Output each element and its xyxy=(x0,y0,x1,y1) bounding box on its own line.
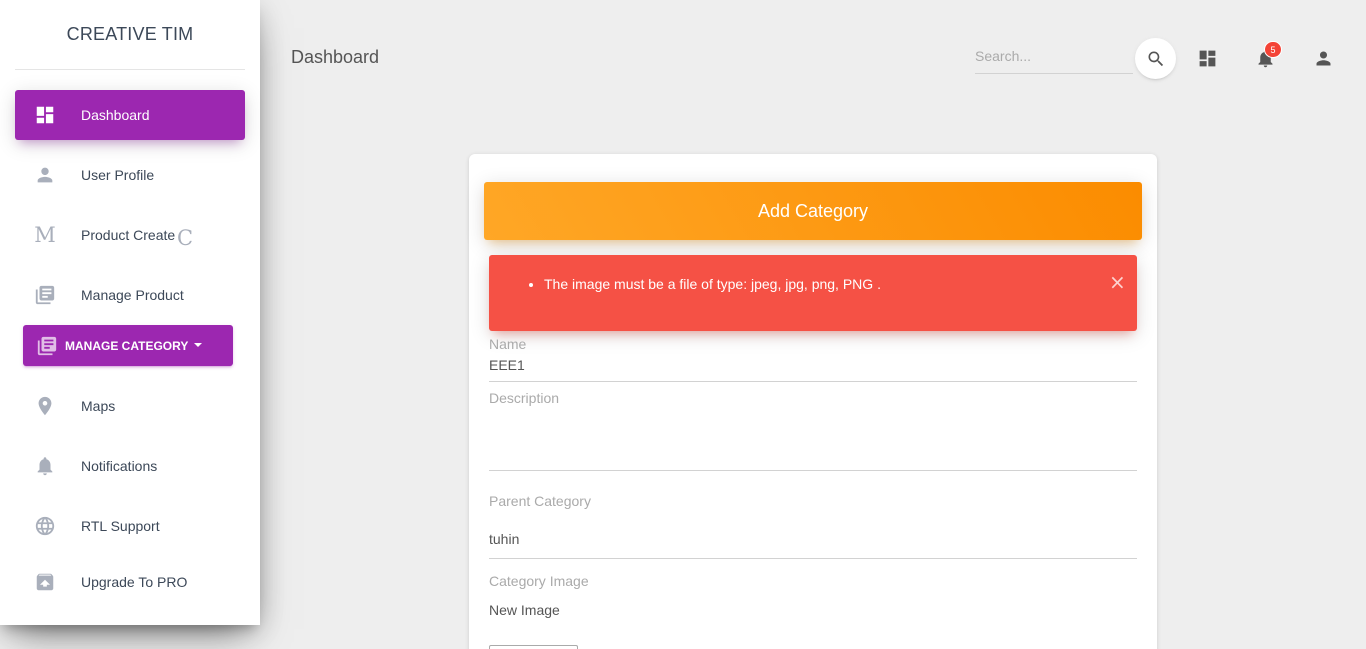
close-icon[interactable]: × xyxy=(1109,272,1126,292)
library-books-icon xyxy=(35,334,59,358)
description-label: Description xyxy=(489,390,560,406)
person-icon xyxy=(1316,51,1330,65)
library-books-icon xyxy=(33,283,57,307)
card-title: Add Category xyxy=(757,200,869,221)
name-label: Name xyxy=(489,336,527,352)
sidebar-item-dashboard[interactable]: Dashboard xyxy=(15,90,245,140)
file-upload-button[interactable] xyxy=(489,645,578,649)
sidebar-item-rtl-support[interactable]: RTL Support xyxy=(15,501,245,551)
search-button[interactable] xyxy=(1135,38,1176,79)
dashboard-icon xyxy=(33,103,57,127)
sidebar-item-upgrade-pro[interactable]: Upgrade To PRO xyxy=(15,557,245,607)
description-underline xyxy=(489,470,1137,471)
sidebar-item-label: Notifications xyxy=(81,458,158,474)
error-message: The image must be a file of type: jpeg, … xyxy=(544,276,881,292)
sidebar-item-label: Manage Product xyxy=(81,287,184,303)
sidebar-item-maps[interactable]: Maps xyxy=(15,381,245,431)
description-textarea[interactable] xyxy=(489,412,1137,468)
dropdown-label: MANAGE CATEGORY xyxy=(65,338,189,353)
globe-icon xyxy=(33,514,57,538)
bell-icon xyxy=(33,454,57,478)
sidebar: CREATIVE TIM Dashboard User Profile M Pr… xyxy=(0,0,260,625)
manage-category-dropdown[interactable]: MANAGE CATEGORY xyxy=(23,325,233,366)
notification-badge: 5 xyxy=(1264,41,1282,58)
unarchive-icon xyxy=(33,570,57,594)
search-input[interactable] xyxy=(975,40,1133,72)
sidebar-item-user-profile[interactable]: User Profile xyxy=(15,150,245,200)
sidebar-item-notifications[interactable]: Notifications xyxy=(15,441,245,491)
error-alert: The image must be a file of type: jpeg, … xyxy=(489,255,1137,331)
card-header: Add Category xyxy=(484,182,1142,240)
caret-down-icon xyxy=(194,342,203,347)
letter-m-icon: M xyxy=(34,223,56,247)
letter-c-icon: C xyxy=(177,226,194,250)
user-account-button[interactable] xyxy=(1311,46,1335,70)
sidebar-item-label: Upgrade To PRO xyxy=(81,574,188,590)
parent-category-label: Parent Category xyxy=(489,493,591,509)
category-image-label: Category Image xyxy=(489,573,589,589)
page-title[interactable]: Dashboard xyxy=(291,47,379,68)
name-input[interactable]: EEE1 xyxy=(489,357,525,373)
dashboard-icon xyxy=(1199,50,1215,66)
location-pin-icon xyxy=(33,394,57,418)
sidebar-item-product-create[interactable]: M Product Create C xyxy=(15,210,245,260)
search-field xyxy=(975,40,1133,74)
parent-category-select[interactable]: tuhin xyxy=(489,531,519,547)
name-underline xyxy=(489,381,1137,382)
sidebar-item-label: Product Create xyxy=(81,227,176,243)
brand-logo-text[interactable]: CREATIVE TIM xyxy=(15,0,245,70)
sidebar-item-label: Dashboard xyxy=(81,107,150,123)
sidebar-item-label: Maps xyxy=(81,398,116,414)
sidebar-item-manage-product[interactable]: Manage Product xyxy=(15,270,245,320)
sidebar-item-label: RTL Support xyxy=(81,518,160,534)
new-image-text: New Image xyxy=(489,602,560,618)
sidebar-item-label: User Profile xyxy=(81,167,155,183)
person-icon xyxy=(33,163,57,187)
error-list: The image must be a file of type: jpeg, … xyxy=(544,276,881,292)
dashboard-nav-button[interactable] xyxy=(1195,46,1219,70)
parent-category-underline xyxy=(489,558,1137,559)
search-icon xyxy=(1148,51,1163,66)
